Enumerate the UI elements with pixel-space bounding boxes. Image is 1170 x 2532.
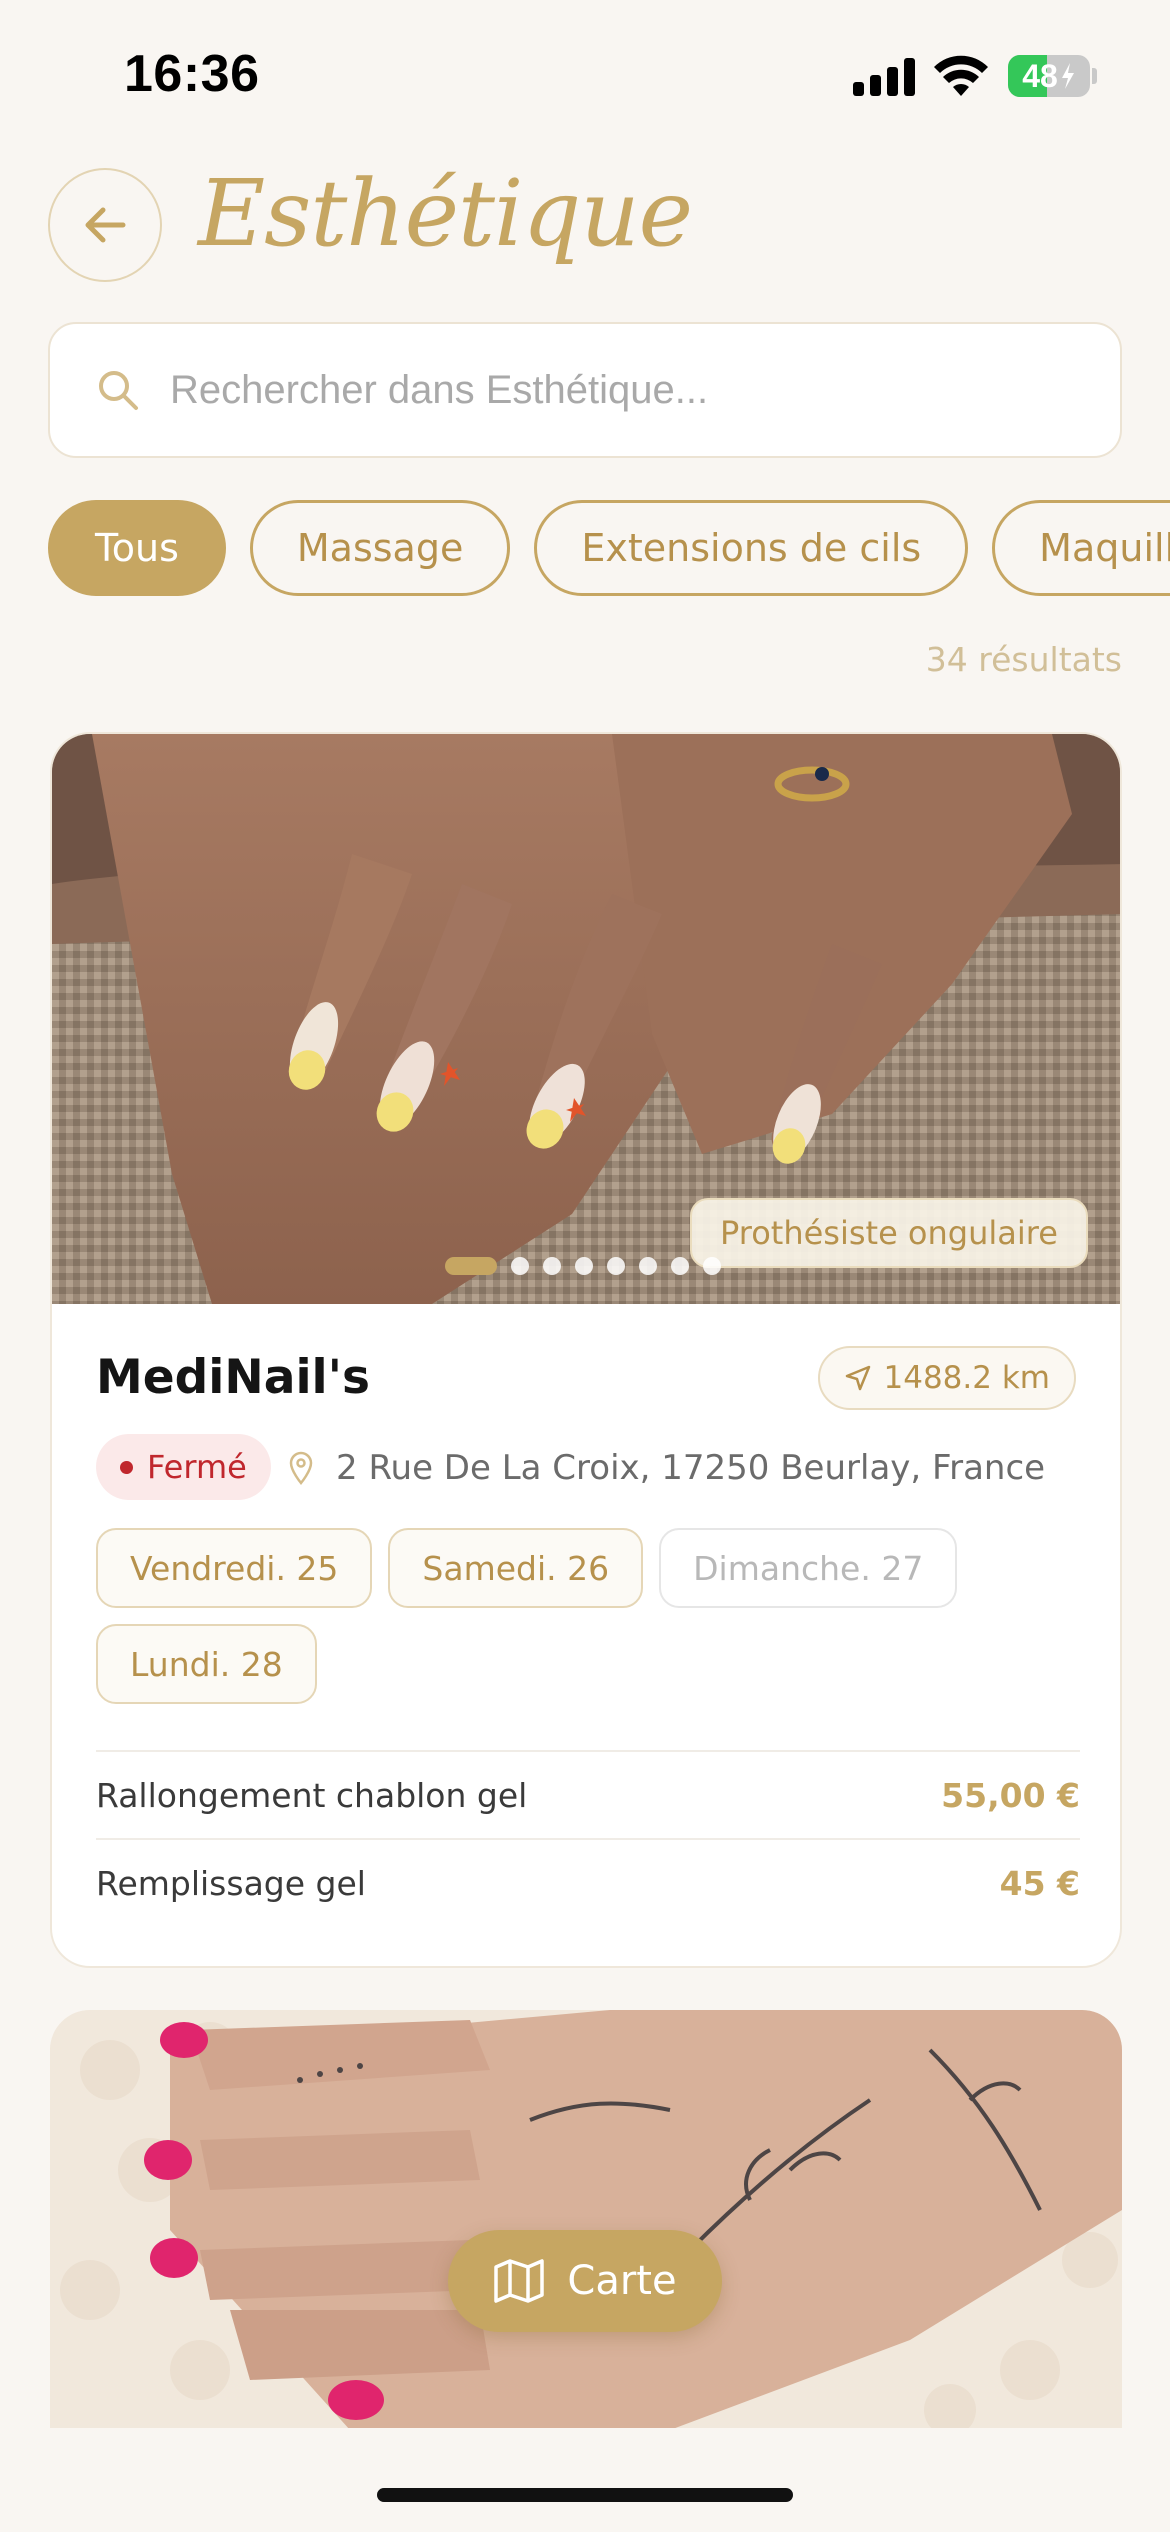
carousel-dot[interactable]: [607, 1257, 625, 1275]
day-pill-disabled: Dimanche. 27: [659, 1528, 958, 1608]
map-icon: [494, 2259, 545, 2303]
back-button[interactable]: [48, 168, 162, 282]
carousel-dot[interactable]: [445, 1257, 497, 1275]
carousel-dot[interactable]: [543, 1257, 561, 1275]
carousel-dot[interactable]: [639, 1257, 657, 1275]
listing-photo[interactable]: Prothésiste ongulaire: [52, 734, 1120, 1304]
service-price: 55,00 €: [941, 1775, 1080, 1815]
carousel-dots[interactable]: [445, 1256, 721, 1276]
filter-chip-massage[interactable]: Massage: [249, 500, 511, 596]
filter-chips: Tous Massage Extensions de cils Maquille…: [48, 500, 1170, 596]
results-count: 34 résultats: [925, 640, 1122, 679]
service-price: 45 €: [999, 1863, 1080, 1903]
status-label: Fermé: [147, 1448, 247, 1486]
day-pill[interactable]: Samedi. 26: [388, 1528, 644, 1608]
page-title: Esthétique: [198, 160, 693, 267]
listing-card-2[interactable]: [50, 2010, 1122, 2430]
search-icon: [99, 371, 138, 410]
map-button[interactable]: Carte: [448, 2230, 722, 2332]
bolt-icon: [1061, 63, 1074, 89]
search-input[interactable]: Rechercher dans Esthétique...: [48, 322, 1122, 458]
day-pill[interactable]: Lundi. 28: [96, 1624, 317, 1704]
wifi-icon: [934, 55, 988, 96]
location-pin-icon: [289, 1451, 313, 1485]
listing-name[interactable]: MediNail's: [96, 1350, 370, 1405]
status-dot: [120, 1460, 133, 1474]
arrow-left-icon: [85, 207, 126, 243]
services-list: Rallongement chablon gel 55,00 € Remplis…: [96, 1750, 1080, 1926]
battery-charging-icon: 48: [1008, 55, 1090, 97]
home-indicator[interactable]: [377, 2488, 793, 2502]
availability-days: Vendredi. 25 Samedi. 26 Dimanche. 27 Lun…: [96, 1528, 1086, 1704]
filter-chip-extensions-de-cils[interactable]: Extensions de cils: [534, 500, 969, 596]
address-text: 2 Rue De La Croix, 17250 Beurlay, France: [336, 1448, 1046, 1488]
carousel-dot[interactable]: [703, 1257, 721, 1275]
signal-icon: [853, 58, 915, 96]
bottom-safe-area: [0, 2428, 1170, 2532]
tattooed-hands-photo: [50, 2010, 1122, 2430]
status-bar: 16:36 48: [0, 0, 1170, 150]
service-row[interactable]: Rallongement chablon gel 55,00 €: [96, 1750, 1080, 1838]
battery-nub: [1092, 68, 1097, 84]
distance-badge: 1488.2 km: [817, 1346, 1076, 1410]
day-pill[interactable]: Vendredi. 25: [96, 1528, 373, 1608]
battery-level: 48: [1022, 57, 1058, 94]
search-placeholder: Rechercher dans Esthétique...: [170, 367, 709, 412]
distance-value: 1488.2 km: [883, 1360, 1050, 1396]
map-button-label: Carte: [567, 2258, 677, 2304]
status-time: 16:36: [124, 45, 260, 103]
navigation-arrow-icon: [845, 1365, 870, 1391]
service-name: Rallongement chablon gel: [96, 1775, 528, 1815]
carousel-dot[interactable]: [575, 1257, 593, 1275]
category-badge: Prothésiste ongulaire: [690, 1198, 1088, 1268]
address: 2 Rue De La Croix, 17250 Beurlay, France: [288, 1440, 1045, 1496]
carousel-dot[interactable]: [511, 1257, 529, 1275]
listing-card[interactable]: Prothésiste ongulaire MediNail's 1488.2 …: [50, 732, 1122, 1968]
status-badge: Fermé: [96, 1434, 271, 1500]
filter-chip-tous[interactable]: Tous: [48, 500, 226, 596]
service-row[interactable]: Remplissage gel 45 €: [96, 1838, 1080, 1926]
carousel-dot[interactable]: [671, 1257, 689, 1275]
service-name: Remplissage gel: [96, 1863, 366, 1903]
filter-chip-maquilleuse[interactable]: Maquilleuse: [992, 500, 1170, 596]
